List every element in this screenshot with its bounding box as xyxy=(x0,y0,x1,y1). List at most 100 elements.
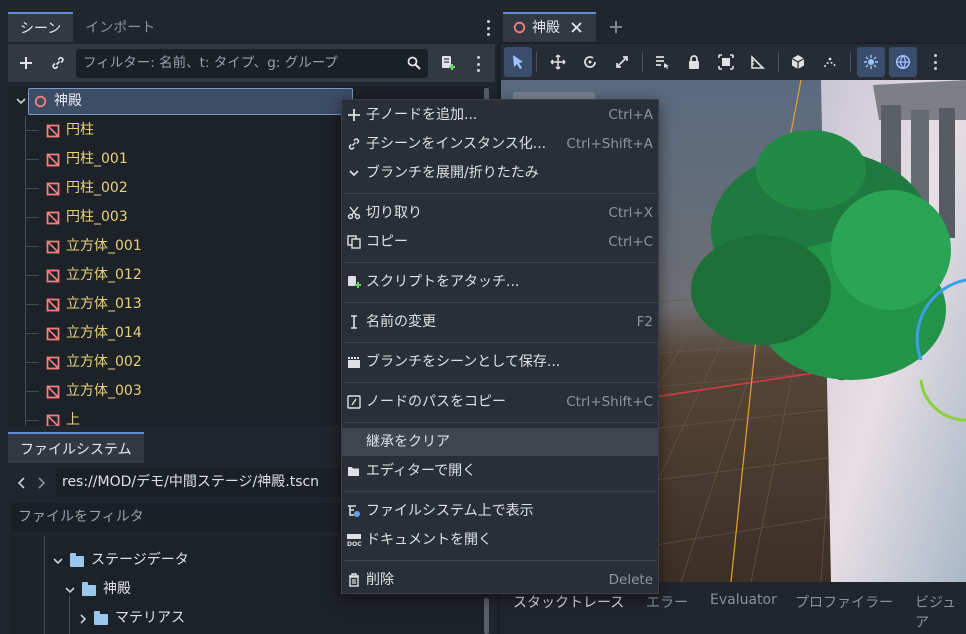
cube-icon[interactable] xyxy=(784,47,812,77)
scissors-icon xyxy=(346,205,362,221)
tree-node-label: 円柱_002 xyxy=(66,180,128,196)
save-scene-icon xyxy=(346,354,362,370)
add-node-icon[interactable] xyxy=(15,52,37,74)
back-icon[interactable] xyxy=(17,476,27,490)
tab-scene-temple[interactable]: 神殿 xyxy=(503,12,596,42)
tree-node-label: 円柱_003 xyxy=(66,209,128,225)
tab-filesystem[interactable]: ファイルシステム xyxy=(8,432,144,463)
chevron-right-icon[interactable] xyxy=(78,614,88,624)
viewport-menu-icon[interactable] xyxy=(928,52,942,72)
menu-clear-inheritance[interactable]: 継承をクリア xyxy=(342,428,658,456)
menu-rename[interactable]: 名前の変更 F2 xyxy=(342,308,658,336)
menu-show-in-filesystem[interactable]: ファイルシステム上で表示 xyxy=(342,497,658,525)
tab-import[interactable]: インポート xyxy=(73,12,167,42)
dock-options-icon[interactable] xyxy=(481,18,495,38)
tree-node-label: 円柱_001 xyxy=(66,151,128,167)
menu-save-branch-as-scene[interactable]: ブランチをシーンとして保存... xyxy=(342,348,658,376)
menu-add-child-node[interactable]: 子ノードを追加... Ctrl+A xyxy=(342,101,658,129)
fs-item-temple[interactable]: 神殿 xyxy=(103,575,131,604)
folder-icon xyxy=(70,553,84,567)
doc-icon: DOC xyxy=(346,532,362,548)
folder-icon xyxy=(94,611,108,625)
menu-separator xyxy=(345,262,657,263)
tree-node-label: 立方体_014 xyxy=(66,325,142,341)
chevron-down-icon[interactable] xyxy=(65,585,75,595)
menu-cut[interactable]: 切り取り Ctrl+X xyxy=(342,199,658,227)
context-menu: 子ノードを追加... Ctrl+A 子シーンをインスタンス化... Ctrl+S… xyxy=(341,99,659,594)
tree-node-label: 立方体_003 xyxy=(66,383,142,399)
folder-open-icon xyxy=(346,463,362,479)
scale-tool-icon[interactable] xyxy=(608,47,636,77)
fs-item-stage-data[interactable]: ステージデータ xyxy=(91,546,189,575)
link-icon xyxy=(346,136,362,152)
menu-open-in-editor[interactable]: エディターで開く xyxy=(342,457,658,485)
sun-preview-icon[interactable] xyxy=(857,47,885,77)
scene-toolbar: フィルター: 名前、t: タイプ、g: グループ xyxy=(8,44,495,82)
scene-tab-label: 神殿 xyxy=(532,20,560,36)
filesystem-icon xyxy=(346,503,362,519)
tree-node-label: 立方体_013 xyxy=(66,296,142,312)
ruler-icon[interactable] xyxy=(744,47,772,77)
scene-menu-icon[interactable] xyxy=(471,54,485,74)
group-icon[interactable] xyxy=(712,47,740,77)
tab-visual[interactable]: ビジュア xyxy=(915,592,966,632)
editor-tabbar: 神殿 xyxy=(497,0,966,42)
node3d-icon xyxy=(513,21,526,34)
instance-link-icon[interactable] xyxy=(47,52,69,74)
tree-node-label: 立方体_002 xyxy=(66,354,142,370)
move-tool-icon[interactable] xyxy=(544,47,572,77)
menu-open-documentation[interactable]: DOC ドキュメントを開く xyxy=(342,526,658,554)
forward-icon[interactable] xyxy=(36,476,46,490)
tree-node-label: 立方体_012 xyxy=(66,267,142,283)
tab-scene[interactable]: シーン xyxy=(8,12,74,42)
mesh-instance-icon xyxy=(46,414,60,426)
rotate-tool-icon[interactable] xyxy=(576,47,604,77)
menu-separator xyxy=(345,302,657,303)
mesh-instance-icon xyxy=(46,356,60,370)
lock-icon[interactable] xyxy=(680,47,708,77)
select-tool-icon[interactable] xyxy=(504,47,532,77)
scene-filter-input[interactable]: フィルター: 名前、t: タイプ、g: グループ xyxy=(76,49,428,78)
mesh-instance-icon xyxy=(46,385,60,399)
svg-text:DOC: DOC xyxy=(347,541,362,547)
tab-evaluator[interactable]: Evaluator xyxy=(710,592,777,608)
filesystem-scrollbar[interactable] xyxy=(484,598,489,634)
menu-instance-child-scene[interactable]: 子シーンをインスタンス化... Ctrl+Shift+A xyxy=(342,130,658,158)
mesh-instance-icon xyxy=(46,124,60,138)
menu-separator xyxy=(345,193,657,194)
menu-separator xyxy=(345,342,657,343)
environment-preview-icon[interactable] xyxy=(889,47,917,77)
tab-errors[interactable]: エラー xyxy=(646,592,688,612)
filesystem-filter-input[interactable]: ファイルをフィルタ xyxy=(10,503,346,532)
menu-copy[interactable]: コピー Ctrl+C xyxy=(342,228,658,256)
menu-separator xyxy=(345,560,657,561)
mesh-instance-icon xyxy=(46,211,60,225)
menu-delete[interactable]: 削除 Delete xyxy=(342,566,658,594)
script-add-icon[interactable] xyxy=(437,52,459,74)
plus-icon xyxy=(346,107,362,123)
menu-attach-script[interactable]: スクリプトをアタッチ... xyxy=(342,268,658,296)
list-select-icon[interactable] xyxy=(648,47,676,77)
snap-icon[interactable] xyxy=(816,47,844,77)
folder-icon xyxy=(82,582,96,596)
chevron-down-icon[interactable] xyxy=(16,96,26,106)
menu-separator xyxy=(345,382,657,383)
mesh-instance-icon xyxy=(46,298,60,312)
tab-stack-trace[interactable]: スタックトレース xyxy=(513,592,624,612)
chevron-down-icon xyxy=(346,165,362,181)
mesh-instance-icon xyxy=(46,240,60,254)
mesh-instance-icon xyxy=(46,182,60,196)
new-tab-plus-icon[interactable] xyxy=(608,19,624,35)
close-icon[interactable] xyxy=(570,21,583,34)
menu-copy-node-path[interactable]: ノードのパスをコピー Ctrl+Shift+C xyxy=(342,388,658,416)
mesh-instance-icon xyxy=(46,269,60,283)
node3d-icon xyxy=(34,95,47,108)
filesystem-path-input[interactable]: res://MOD/デモ/中間ステージ/神殿.tscn xyxy=(56,468,346,497)
text-cursor-icon xyxy=(346,314,362,330)
chevron-down-icon[interactable] xyxy=(53,556,63,566)
mesh-instance-icon xyxy=(46,153,60,167)
mesh-instance-icon xyxy=(46,327,60,341)
menu-expand-collapse-branch[interactable]: ブランチを展開/折りたたみ xyxy=(342,159,658,187)
fs-item-materials[interactable]: マテリアス xyxy=(115,604,185,633)
tab-profiler[interactable]: プロファイラー xyxy=(795,592,893,612)
